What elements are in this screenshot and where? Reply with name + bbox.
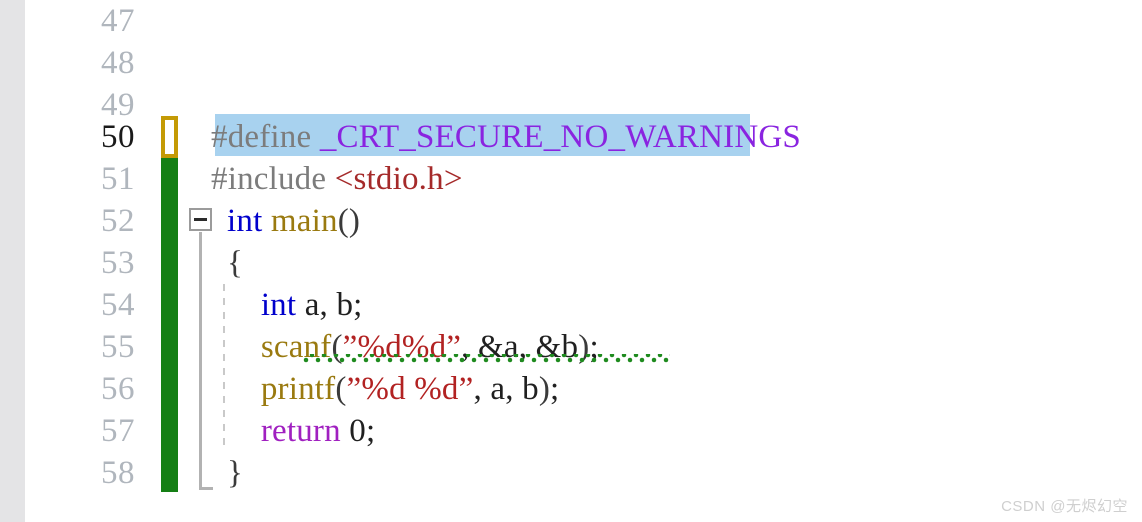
indent-guide-dotted — [223, 284, 225, 452]
scope-bracket-line — [199, 232, 202, 490]
line-number-52: 52 — [101, 203, 135, 239]
csdn-watermark: CSDN @无烬幻空 — [1001, 498, 1128, 515]
line-number-51: 51 — [101, 161, 135, 197]
code-token: () — [337, 203, 361, 239]
code-line-58[interactable]: } — [227, 452, 243, 494]
line-number-58: 58 — [101, 455, 135, 491]
line-number-48: 48 — [101, 45, 135, 81]
code-line-51[interactable]: #include <stdio.h> — [211, 158, 463, 200]
fold-collapse-icon[interactable] — [189, 208, 212, 231]
line-number-54: 54 — [101, 287, 135, 323]
code-token: ( — [335, 371, 347, 407]
code-line-57[interactable]: return 0; — [227, 410, 375, 452]
line-number-47: 47 — [101, 3, 135, 39]
change-bar-unsaved — [161, 116, 178, 158]
editor-screenshot: 47 48 49 50 51 52 53 54 55 56 57 58 #def… — [0, 0, 1142, 522]
code-token: } — [227, 455, 244, 491]
code-token: a, b; — [296, 287, 363, 323]
code-line-50[interactable]: #define _CRT_SECURE_NO_WARNINGS — [211, 116, 801, 158]
code-token: ) — [538, 371, 551, 407]
code-token: , a, b — [473, 371, 539, 407]
code-token: <stdio.h> — [334, 161, 463, 197]
change-bar-saved — [161, 158, 178, 492]
code-token: { — [227, 245, 244, 281]
code-editor-surface[interactable]: 47 48 49 50 51 52 53 54 55 56 57 58 #def… — [25, 0, 1142, 522]
line-number-56: 56 — [101, 371, 135, 407]
line-number-50: 50 — [101, 119, 135, 155]
code-token: #define — [211, 119, 320, 155]
outer-gutter-strip — [0, 0, 25, 522]
code-line-52[interactable]: int main() — [227, 200, 360, 242]
code-token: printf — [260, 371, 336, 407]
line-number-53: 53 — [101, 245, 135, 281]
code-token: ; — [550, 371, 560, 407]
code-token: #include — [211, 161, 335, 197]
code-line-54[interactable]: int a, b; — [227, 284, 363, 326]
code-token: main — [270, 203, 338, 239]
code-line-53[interactable]: { — [227, 242, 243, 284]
line-number-57: 57 — [101, 413, 135, 449]
code-token: int — [260, 287, 297, 323]
line-number-55: 55 — [101, 329, 135, 365]
code-token: 0; — [340, 413, 376, 449]
code-token: ”%d %d” — [346, 371, 474, 407]
error-squiggle-underline — [303, 354, 670, 363]
scope-bracket-foot — [199, 487, 213, 490]
code-token: _CRT_SECURE_NO_WARNINGS — [319, 119, 801, 155]
code-token: return — [260, 413, 341, 449]
code-line-56[interactable]: printf(”%d %d”, a, b); — [227, 368, 559, 410]
code-token: int — [227, 203, 263, 239]
